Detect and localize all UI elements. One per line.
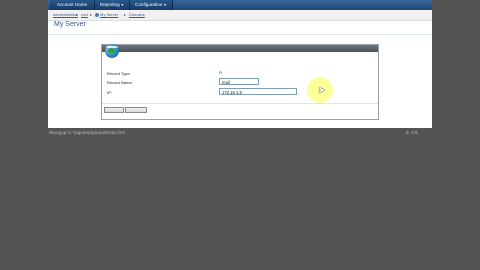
cancel-button[interactable] bbox=[125, 107, 147, 113]
dialog-header bbox=[102, 45, 378, 52]
breadcrumb-root[interactable]: root bbox=[81, 10, 88, 20]
breadcrumb-separator: ▸ bbox=[90, 12, 93, 17]
nav-configuration[interactable]: Configuration▼ bbox=[130, 0, 173, 10]
mouse-cursor-icon: ➤ bbox=[318, 85, 326, 95]
app-page: Account Home Reporting▼ Configuration▼ a… bbox=[48, 0, 432, 128]
dialog-divider bbox=[102, 103, 378, 104]
globe-icon bbox=[105, 44, 119, 58]
nav-reporting[interactable]: Reporting▼ bbox=[95, 0, 130, 10]
breadcrumb-domains[interactable]: Domains bbox=[129, 10, 145, 20]
breadcrumb-separator: ▸ bbox=[76, 12, 79, 17]
record-name-label: Record Name: bbox=[107, 80, 133, 85]
status-counter: 8: 1/9 bbox=[406, 130, 418, 135]
server-icon bbox=[95, 13, 99, 17]
chevron-down-icon: ▼ bbox=[120, 3, 125, 7]
top-navbar: Account Home Reporting▼ Configuration▼ bbox=[48, 0, 432, 10]
nav-account-home-label: Account Home bbox=[56, 2, 88, 7]
breadcrumb-separator: ▸ bbox=[124, 12, 127, 17]
nav-configuration-label: Configuration bbox=[135, 2, 163, 7]
chevron-down-icon: ▼ bbox=[163, 3, 167, 7]
page-title: My Server bbox=[54, 21, 86, 28]
dns-record-dialog: Record Type: A Record Name: mail IP: 172… bbox=[101, 44, 379, 120]
ip-label: IP: bbox=[107, 90, 112, 95]
breadcrumb-administration[interactable]: administration bbox=[53, 10, 78, 20]
nav-reporting-label: Reporting bbox=[99, 2, 120, 7]
nav-account-home[interactable]: Account Home bbox=[50, 0, 95, 10]
ok-button[interactable] bbox=[104, 107, 124, 113]
record-type-value: A bbox=[219, 70, 222, 75]
breadcrumb-my-server[interactable]: My Server bbox=[100, 10, 118, 20]
breadcrumb: administration ▸ root ▸ My Server ▸ Doma… bbox=[48, 10, 432, 21]
record-name-input[interactable]: mail bbox=[219, 78, 259, 85]
record-type-label: Record Type: bbox=[107, 71, 131, 76]
status-text: Wuugyp-1-7pguanp/pniuutbxtsu.frm bbox=[49, 130, 126, 135]
title-divider bbox=[48, 34, 432, 35]
ip-input[interactable]: 172.16.1.5 bbox=[219, 88, 297, 95]
